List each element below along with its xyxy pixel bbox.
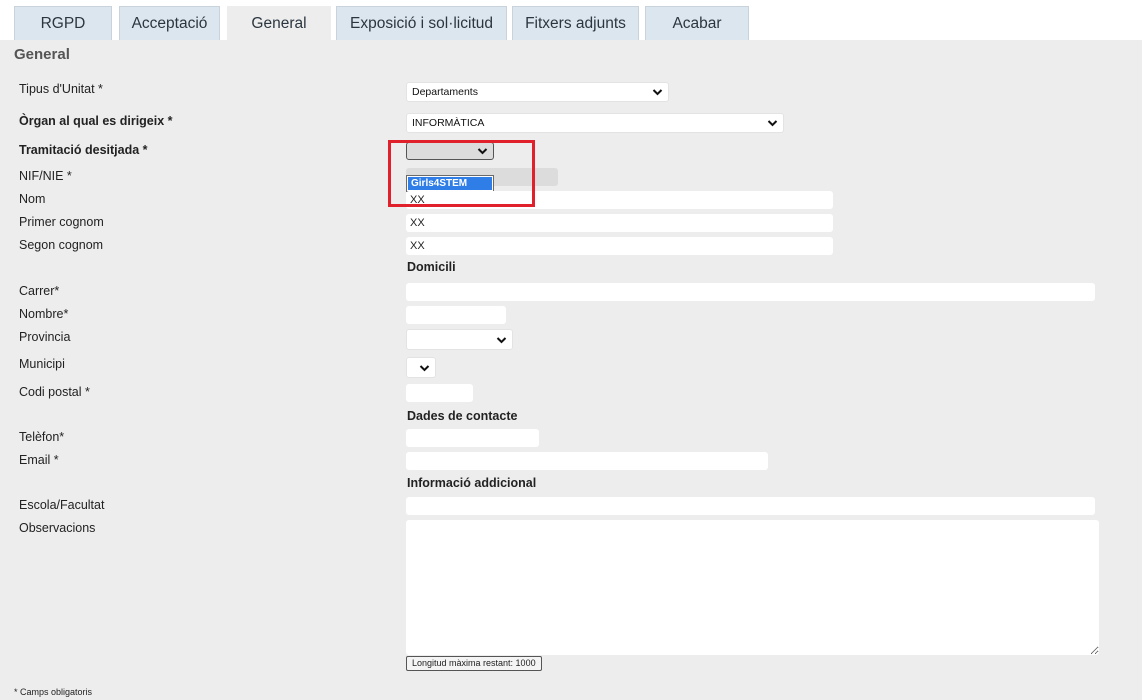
primer-cognom-input[interactable] <box>406 214 833 232</box>
section-title: General <box>14 46 70 63</box>
organ-select[interactable]: INFORMÀTICA <box>406 113 784 133</box>
chevron-down-icon <box>496 336 507 343</box>
escola-input[interactable] <box>406 497 1095 515</box>
chevron-down-icon <box>767 120 778 127</box>
label-codi-postal: Codi postal * <box>19 385 90 399</box>
tab-acabar[interactable]: Acabar <box>645 6 749 40</box>
codi-postal-input[interactable] <box>406 384 473 402</box>
tab-rgpd[interactable]: RGPD <box>14 6 112 40</box>
tab-exposicio[interactable]: Exposició i sol·licitud <box>336 6 507 40</box>
nombre-input[interactable] <box>406 306 506 324</box>
heading-domicili: Domicili <box>407 260 456 274</box>
provincia-select[interactable] <box>406 329 513 350</box>
email-input[interactable] <box>406 452 768 470</box>
heading-dades-contacte: Dades de contacte <box>407 409 518 423</box>
label-tramitacio: Tramitació desitjada * <box>19 143 148 157</box>
label-nombre: Nombre* <box>19 307 69 321</box>
heading-informacio-addicional: Informació addicional <box>407 476 537 490</box>
highlight-box <box>388 140 535 207</box>
label-carrer: Carrer* <box>19 284 60 298</box>
label-segon-cognom: Segon cognom <box>19 238 104 252</box>
tab-general[interactable]: General <box>227 6 331 40</box>
label-nif: NIF/NIE * <box>19 169 72 183</box>
chevron-down-icon <box>419 364 430 371</box>
carrer-input[interactable] <box>406 283 1095 301</box>
label-escola: Escola/Facultat <box>19 498 105 512</box>
tab-label: Acabar <box>672 14 722 32</box>
character-counter: Longitud màxima restant: 1000 <box>406 656 542 671</box>
organ-value: INFORMÀTICA <box>412 117 485 129</box>
tab-bar: RGPD Acceptació General Exposició i sol·… <box>0 0 1142 40</box>
label-organ: Òrgan al qual es dirigeix * <box>19 114 173 128</box>
label-municipi: Municipi <box>19 357 65 371</box>
tab-label: Acceptació <box>131 14 208 32</box>
tipus-unitat-value: Departaments <box>412 86 478 98</box>
label-primer-cognom: Primer cognom <box>19 215 104 229</box>
label-email: Email * <box>19 453 59 467</box>
tab-acceptacio[interactable]: Acceptació <box>119 6 220 40</box>
tipus-unitat-select[interactable]: Departaments <box>406 82 669 102</box>
required-fields-note: * Camps obligatoris <box>14 687 93 697</box>
label-tipus-unitat: Tipus d'Unitat * <box>19 82 103 96</box>
segon-cognom-input[interactable] <box>406 237 833 255</box>
observacions-textarea[interactable] <box>406 520 1099 655</box>
tab-label: RGPD <box>40 14 86 32</box>
chevron-down-icon <box>652 89 663 96</box>
tab-fitxers-adjunts[interactable]: Fitxers adjunts <box>512 6 639 40</box>
label-telefon: Telèfon* <box>19 430 65 444</box>
label-nom: Nom <box>19 192 46 206</box>
tab-label: Fitxers adjunts <box>525 14 626 32</box>
tab-label: General <box>251 14 307 32</box>
label-provincia: Provincia <box>19 330 71 344</box>
telefon-input[interactable] <box>406 429 539 447</box>
municipi-select[interactable] <box>406 357 436 378</box>
label-observacions: Observacions <box>19 521 96 535</box>
tab-label: Exposició i sol·licitud <box>350 14 493 32</box>
